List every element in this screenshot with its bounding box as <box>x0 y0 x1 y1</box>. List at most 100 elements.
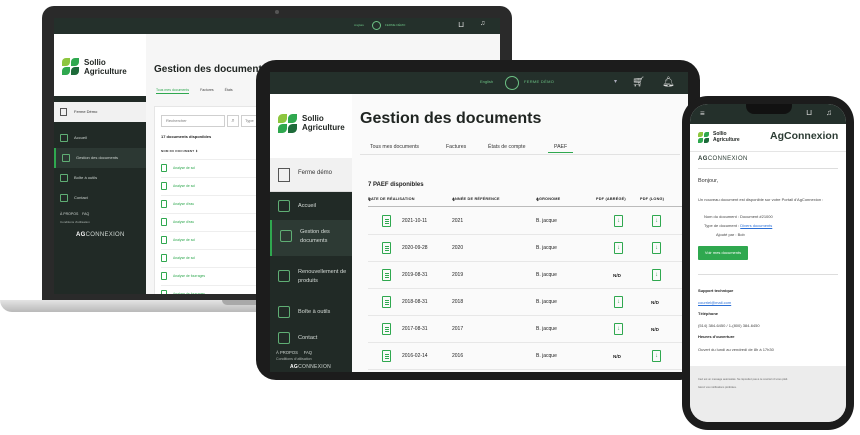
sidebar-item-contact[interactable]: Contact <box>270 326 352 350</box>
tab-paef[interactable]: PAEF <box>548 144 574 153</box>
brand-light: CONNEXION <box>707 156 748 162</box>
pdf-download-icon[interactable]: ↓ <box>614 215 623 227</box>
pdf-download-icon[interactable]: ↓ <box>652 269 661 281</box>
sidebar-item-documents[interactable]: Gestion des documents <box>270 220 352 256</box>
search-icon[interactable]: ⌕ <box>227 115 239 127</box>
cell-date: 2021-10-11 <box>402 218 428 224</box>
document-icon[interactable] <box>382 242 391 254</box>
laptop-nav-contact[interactable]: Contact <box>54 188 146 208</box>
user-name[interactable]: FERME DÉMO <box>524 79 554 84</box>
document-name[interactable]: Analyse de sol <box>173 250 195 266</box>
language-link[interactable]: English <box>480 79 493 84</box>
chat-icon <box>60 194 68 202</box>
document-name[interactable]: Analyse de sol <box>173 178 195 194</box>
cell-date: 2018-08-31 <box>402 299 428 305</box>
doc-name-row: Nom du document : Document #21000 <box>704 214 773 219</box>
pdf-download-icon[interactable]: ↓ <box>614 296 623 308</box>
farm-label: Ferme Démo <box>74 109 98 114</box>
divider <box>698 168 838 169</box>
document-icon <box>161 200 167 208</box>
document-name[interactable]: Analyse de fourrages <box>173 268 205 284</box>
table-row: 2018-08-31 2018 B. jacque ↓ N/D <box>368 289 684 316</box>
document-icon[interactable] <box>382 323 391 335</box>
document-name[interactable]: Analyse de sol <box>173 232 195 248</box>
farm-selector[interactable]: Ferme démo <box>270 158 352 192</box>
document-name[interactable]: Analyse d'eau <box>173 214 194 230</box>
footer-preferences-link[interactable]: Gérez vos notifications préférées. <box>698 386 737 389</box>
nav-label: Accueil <box>74 135 87 140</box>
tab-statements[interactable]: États <box>225 88 233 92</box>
brand-line2: Agriculture <box>713 136 740 143</box>
doc-type-link[interactable]: Divers documents <box>740 223 772 228</box>
toolbox-icon <box>278 306 290 318</box>
paef-count: 7 PAEF disponibles <box>368 182 424 188</box>
email-footer: Ceci est un message automatisé. Ne répon… <box>690 366 846 422</box>
pdf-download-icon[interactable]: ↓ <box>652 215 661 227</box>
document-icon[interactable] <box>382 296 391 308</box>
doc-name-label: Nom du document : <box>704 214 739 219</box>
table-row: 2019-08-31 2019 B. jacque N/D ↓ <box>368 262 684 289</box>
chevron-down-icon[interactable]: ▾ <box>614 78 617 85</box>
tab-statements[interactable]: États de compte <box>488 144 526 150</box>
laptop-lang-link[interactable]: Anglais <box>354 23 364 27</box>
table-header: DATE DE RÉALISATION ⇕ ANNÉE DE RÉFÉRENCE… <box>368 197 684 207</box>
laptop-nav-documents[interactable]: Gestion des documents <box>54 148 146 168</box>
document-icon <box>161 182 167 190</box>
column-header-label: NOM DU DOCUMENT <box>161 149 195 153</box>
laptop-footer-links[interactable]: À PROPOS FAQ <box>60 212 89 216</box>
laptop-nav-accueil[interactable]: Accueil <box>54 128 146 148</box>
pdf-download-icon[interactable]: ↓ <box>652 350 661 362</box>
laptop-nav-toolbox[interactable]: Boîte à outils <box>54 168 146 188</box>
document-name[interactable]: Analyse d'eau <box>173 196 194 212</box>
cell-date: 2016-02-14 <box>402 353 428 359</box>
nav-label: Accueil <box>298 203 317 209</box>
sidebar-item-accueil[interactable]: Accueil <box>270 194 352 218</box>
footer-brand: AGCONNEXION <box>290 364 331 370</box>
phone-screen: ≡ ⊔ ♫ Sollio Agriculture AgConnexion AGC… <box>690 104 846 422</box>
pdf-download-icon[interactable]: ↓ <box>652 242 661 254</box>
tablet-sidebar: Sollio Agriculture Ferme démo Accueil Ge… <box>270 94 352 372</box>
footer-links[interactable]: À PROPOS FAQ <box>276 350 312 355</box>
laptop-user-name[interactable]: FERME DÉMO <box>385 23 405 27</box>
bell-icon[interactable]: ♫ <box>480 20 485 27</box>
document-icon[interactable] <box>382 269 391 281</box>
document-icon[interactable] <box>382 215 391 227</box>
tab-invoices[interactable]: Factures <box>200 88 214 92</box>
document-icon <box>161 272 167 280</box>
cart-icon[interactable]: 🛒︎ <box>632 76 650 90</box>
cart-icon[interactable]: ⊔ <box>458 20 464 29</box>
nav-label: Contact <box>298 335 318 341</box>
sort-icon: ⇕ <box>536 198 540 202</box>
column-header-name[interactable]: NOM DU DOCUMENT ⇕ <box>161 149 198 153</box>
hamburger-menu-icon[interactable]: ≡ <box>700 109 705 118</box>
laptop-footer-conditions[interactable]: Conditions d'utilisation <box>60 220 90 224</box>
tab-all-documents[interactable]: Tous mes documents <box>370 144 419 150</box>
pdf-unavailable: N/D <box>613 273 621 278</box>
footer-conditions[interactable]: Conditions d'utilisation <box>276 357 312 361</box>
laptop-farm-selector[interactable]: Ferme Démo <box>54 102 146 122</box>
tablet-logo[interactable]: Sollio Agriculture <box>270 94 352 158</box>
view-documents-button[interactable]: Voir mes documents <box>698 246 748 260</box>
tabs-divider <box>360 154 680 155</box>
support-email-link[interactable]: courriel@mail.com <box>698 300 731 305</box>
sidebar-item-renouvellement[interactable]: Renouvellement de produits <box>270 260 352 296</box>
user-avatar-icon[interactable] <box>505 76 519 90</box>
cart-icon[interactable]: ⊔ <box>806 108 812 117</box>
pdf-download-icon[interactable]: ↓ <box>614 242 623 254</box>
bell-icon[interactable]: ♫ <box>826 108 832 117</box>
tab-all-documents[interactable]: Tous mes documents <box>156 88 190 94</box>
search-input[interactable]: Rechercher <box>161 115 225 127</box>
sidebar-item-toolbox[interactable]: Boîte à outils <box>270 300 352 324</box>
user-avatar-icon[interactable] <box>372 21 381 30</box>
added-by-row: Ajouté par : Bob <box>716 232 745 237</box>
document-icon[interactable] <box>382 350 391 362</box>
pdf-download-icon[interactable]: ↓ <box>614 323 623 335</box>
bell-icon[interactable]: 🔔︎ <box>662 76 676 90</box>
tab-invoices[interactable]: Factures <box>446 144 466 150</box>
document-name[interactable]: Analyse de sol <box>173 160 195 176</box>
cell-year: 2020 <box>452 245 464 251</box>
document-name[interactable]: Analyse de fourrages <box>173 286 205 294</box>
document-icon <box>161 254 167 262</box>
phone-value: (514) 384-6450 / 1-(800) 384-6450 <box>698 323 760 328</box>
laptop-logo[interactable]: Sollio Agriculture <box>54 34 146 96</box>
